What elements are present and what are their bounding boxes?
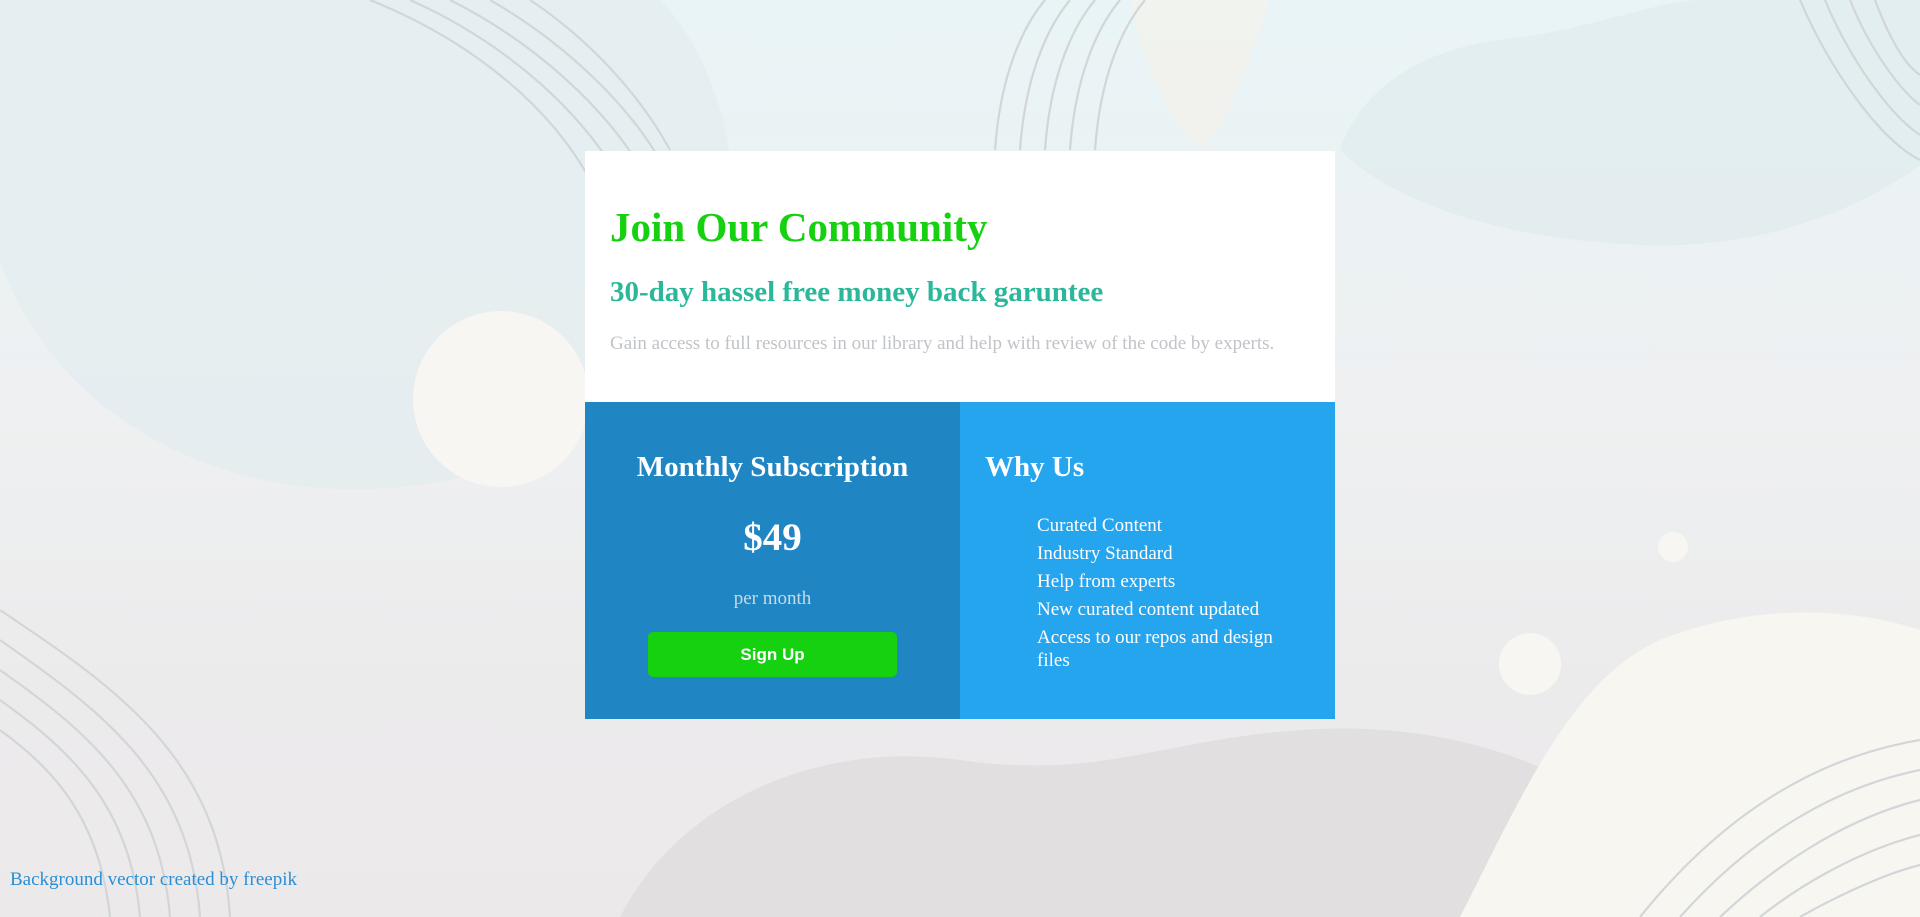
list-item: Curated Content <box>1037 515 1163 536</box>
background-line <box>1018 0 1071 151</box>
background-blob <box>1130 0 1270 150</box>
plan-title: Monthly Subscription <box>636 451 909 483</box>
sign-up-button[interactable]: Sign Up <box>648 632 897 677</box>
page-title: Join Our Community <box>610 204 988 250</box>
background-circle <box>1499 633 1561 695</box>
card-body: Monthly Subscription $49 per month Sign … <box>585 402 1335 719</box>
freepik-credit-link[interactable]: Background vector created by freepik <box>10 869 297 891</box>
why-us-title: Why Us <box>985 451 1085 483</box>
list-item: Help from experts <box>1037 571 1176 592</box>
guarantee-subtitle: 30-day hassel free money back garuntee <box>610 276 1104 308</box>
background-circle <box>1658 532 1688 562</box>
card-description: Gain access to full resources in our lib… <box>610 333 1275 354</box>
list-item: New curated content updated <box>1037 599 1260 620</box>
list-item: Access to our repos and design files <box>1037 627 1273 671</box>
list-item: Industry Standard <box>1037 543 1173 564</box>
background-line <box>1068 0 1121 151</box>
background-circle <box>413 311 589 487</box>
card-header: Join Our Community 30-day hassel free mo… <box>585 151 1335 402</box>
background-line <box>993 0 1046 151</box>
background-blob <box>1340 0 1920 246</box>
background-line <box>1043 0 1096 151</box>
plan-price: $49 <box>743 516 802 559</box>
why-us-list: Curated Content Industry Standard Help f… <box>1037 514 1307 677</box>
pricing-panel: Monthly Subscription $49 per month Sign … <box>585 402 960 719</box>
subscription-card: Join Our Community 30-day hassel free mo… <box>585 151 1335 719</box>
plan-period: per month <box>733 588 812 609</box>
why-us-panel: Why Us Curated Content Industry Standard… <box>960 402 1335 719</box>
